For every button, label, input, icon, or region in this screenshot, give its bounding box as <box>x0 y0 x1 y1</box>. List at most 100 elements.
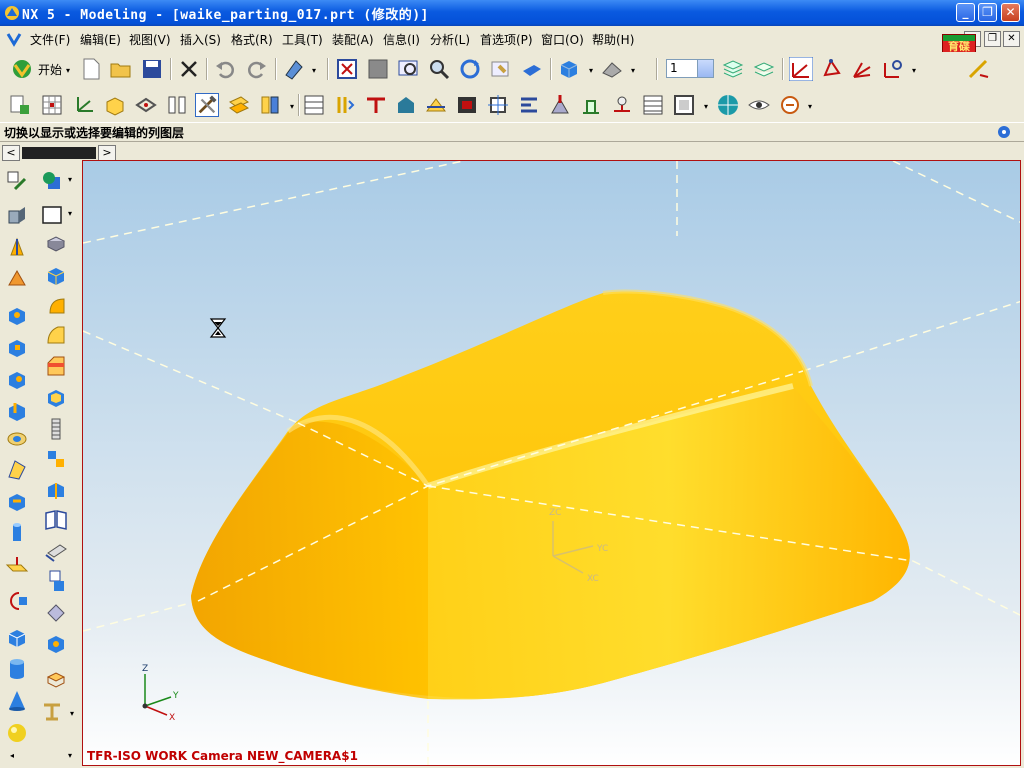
start-icon[interactable] <box>10 57 34 81</box>
graphics-viewport[interactable]: ZC YC XC Z Y X TFR-ISO WORK Camera NEW_C… <box>82 160 1021 766</box>
scroll-right-icon[interactable]: > <box>98 145 116 161</box>
save-icon[interactable] <box>140 57 164 81</box>
fit-view-icon[interactable] <box>335 57 359 81</box>
tools-active-button[interactable] <box>195 93 219 117</box>
boss-icon[interactable] <box>5 399 29 423</box>
measure-icon[interactable] <box>966 57 990 81</box>
expand-icon[interactable]: ▾ <box>68 751 72 760</box>
dimension-dropdown-icon[interactable]: ▾ <box>70 709 74 718</box>
block-feature-icon[interactable] <box>103 93 127 117</box>
mirror-feature-icon[interactable] <box>44 477 68 501</box>
sew-icon[interactable] <box>44 601 68 625</box>
orientation-dropdown-icon[interactable]: ▾ <box>631 66 635 75</box>
scroll-track[interactable] <box>22 147 96 159</box>
selection-filter-icon[interactable] <box>282 57 306 81</box>
update-dropdown-icon[interactable]: ▾ <box>808 102 812 111</box>
zoom-window-icon[interactable] <box>397 57 421 81</box>
menu-information[interactable]: 信息(I) <box>383 31 420 48</box>
shape-create-icon[interactable] <box>40 169 64 193</box>
cylinder-solid-icon[interactable] <box>5 657 29 681</box>
menu-format[interactable]: 格式(R) <box>231 31 273 48</box>
render-dropdown-icon[interactable]: ▾ <box>589 66 593 75</box>
move-face-icon[interactable] <box>610 93 634 117</box>
shape-dropdown-icon[interactable]: ▾ <box>68 175 72 184</box>
menu-window[interactable]: 窗口(O) <box>541 31 584 48</box>
tools-dropdown-icon[interactable]: ▾ <box>290 102 294 111</box>
wcs-origin-icon[interactable] <box>819 57 843 81</box>
open-folder-icon[interactable] <box>109 57 133 81</box>
grid-table-icon[interactable] <box>641 93 665 117</box>
datum-axis-icon[interactable] <box>5 589 29 613</box>
update-icon[interactable] <box>778 93 802 117</box>
view-orientation-icon[interactable] <box>600 57 624 81</box>
hole-icon[interactable] <box>5 367 29 391</box>
window-frame-icon[interactable] <box>672 93 696 117</box>
dimension-icon[interactable] <box>40 699 64 723</box>
menu-preferences[interactable]: 首选项(P) <box>480 31 533 48</box>
new-file-icon[interactable] <box>79 57 103 81</box>
mdi-restore-button[interactable]: ❐ <box>984 31 1001 47</box>
menu-edit[interactable]: 编辑(E) <box>80 31 121 48</box>
menu-assembly[interactable]: 装配(A) <box>332 31 374 48</box>
start-dropdown-icon[interactable]: ▾ <box>66 66 70 75</box>
patch-icon[interactable] <box>455 93 479 117</box>
delete-icon[interactable] <box>177 57 201 81</box>
split-body-icon[interactable] <box>424 93 448 117</box>
menu-analysis[interactable]: 分析(L) <box>430 31 470 48</box>
menu-view[interactable]: 视图(V) <box>129 31 171 48</box>
mdi-close-button[interactable]: ✕ <box>1003 31 1020 47</box>
orient-view-icon[interactable] <box>520 57 544 81</box>
model-canvas[interactable]: ZC YC XC Z Y X <box>83 161 1021 766</box>
extrude-icon[interactable] <box>5 203 29 227</box>
menu-tools[interactable]: 工具(T) <box>282 31 323 48</box>
feature-table-icon[interactable] <box>40 93 64 117</box>
more-icon[interactable]: ◂ <box>10 751 14 760</box>
rotate-icon[interactable] <box>458 57 482 81</box>
face-blend-icon[interactable] <box>44 293 68 317</box>
restore-button[interactable]: ❐ <box>978 3 997 22</box>
datum-plane-icon[interactable] <box>5 555 29 579</box>
layer-settings-icon[interactable] <box>721 57 745 81</box>
cone-solid-icon[interactable] <box>5 689 29 713</box>
book-icon[interactable] <box>44 507 68 531</box>
zoom-icon[interactable] <box>427 57 451 81</box>
redo-icon[interactable] <box>245 57 269 81</box>
document-logo-icon[interactable] <box>6 31 22 47</box>
align-icon[interactable] <box>517 93 541 117</box>
unite-icon[interactable] <box>44 631 68 655</box>
minimize-button[interactable]: _ <box>956 3 975 22</box>
wcs-orient-icon[interactable] <box>881 57 905 81</box>
groove-icon[interactable] <box>5 521 29 545</box>
thread-icon[interactable] <box>44 417 68 441</box>
datum-csys-icon[interactable] <box>72 93 96 117</box>
mold-wizard-icon[interactable] <box>258 93 282 117</box>
selection-dropdown-icon[interactable]: ▾ <box>312 66 316 75</box>
block-icon[interactable] <box>44 231 68 255</box>
mirror-icon[interactable] <box>165 93 189 117</box>
cylinder-icon[interactable] <box>5 303 29 327</box>
undo-icon[interactable] <box>213 57 237 81</box>
menu-insert[interactable]: 插入(S) <box>180 31 221 48</box>
start-button-label[interactable]: 开始 <box>38 61 62 78</box>
cube-icon[interactable] <box>5 625 29 649</box>
pad-icon[interactable] <box>5 457 29 481</box>
menu-help[interactable]: 帮助(H) <box>592 31 634 48</box>
sweep-icon[interactable] <box>5 267 29 291</box>
rect-dropdown-icon[interactable]: ▾ <box>68 209 72 218</box>
layout-icon[interactable] <box>302 93 326 117</box>
extract-body-icon[interactable] <box>333 93 357 117</box>
box-extents-icon[interactable] <box>486 93 510 117</box>
pan-icon[interactable] <box>489 57 513 81</box>
eye-icon[interactable] <box>747 93 771 117</box>
extract-geometry-icon[interactable] <box>44 569 68 593</box>
sketch-icon[interactable] <box>5 169 29 193</box>
offset-surface-icon[interactable] <box>44 539 68 563</box>
slot-icon[interactable] <box>5 489 29 513</box>
wcs-rotate-icon[interactable] <box>850 57 874 81</box>
rectangle-icon[interactable] <box>40 203 64 227</box>
cone-icon[interactable] <box>5 335 29 359</box>
status-selection-icon[interactable] <box>996 124 1012 140</box>
sheet-metal-icon[interactable] <box>227 93 251 117</box>
render-style-icon[interactable] <box>557 57 581 81</box>
wcs-dropdown-icon[interactable]: ▾ <box>912 66 916 75</box>
